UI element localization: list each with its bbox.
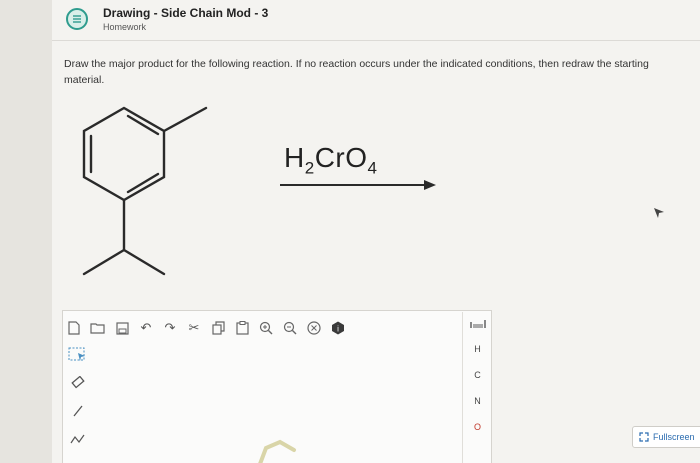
- canvas-partial-shape: [258, 439, 296, 463]
- new-document-icon[interactable]: [66, 320, 82, 336]
- cut-icon[interactable]: ✂: [186, 320, 202, 336]
- element-h-button[interactable]: H: [474, 340, 481, 358]
- paste-icon[interactable]: [234, 320, 250, 336]
- single-bond-icon[interactable]: [68, 402, 88, 420]
- zoom-in-icon[interactable]: [258, 320, 274, 336]
- info-icon[interactable]: i: [330, 320, 346, 336]
- periodic-table-icon[interactable]: [469, 314, 486, 332]
- fullscreen-label: Fullscreen: [653, 432, 695, 442]
- element-o-button[interactable]: O: [474, 418, 481, 436]
- save-icon[interactable]: [114, 320, 130, 336]
- fullscreen-icon: [639, 432, 649, 442]
- list-icon: [66, 8, 88, 30]
- header-divider: [52, 40, 700, 41]
- page-title: Drawing - Side Chain Mod - 3: [103, 6, 269, 20]
- element-panel: H C N O: [462, 312, 492, 463]
- reaction-arrow: [280, 180, 436, 190]
- selection-tool-icon[interactable]: [68, 346, 88, 364]
- chain-tool-icon[interactable]: [68, 430, 88, 448]
- eraser-icon[interactable]: [68, 374, 88, 392]
- cursor-icon: [654, 208, 664, 218]
- element-c-button[interactable]: C: [474, 366, 481, 384]
- svg-text:i: i: [337, 325, 339, 334]
- question-text: Draw the major product for the following…: [64, 58, 649, 86]
- editor-toolbar: ↶ ↷ ✂ i: [66, 316, 346, 340]
- editor-left-tools: [66, 346, 90, 448]
- left-strip: [0, 0, 52, 463]
- starting-material-structure: [82, 106, 208, 276]
- fullscreen-button[interactable]: Fullscreen: [632, 426, 700, 448]
- reaction-conditions: H2CrO4: [268, 138, 448, 208]
- reagent-label: H2CrO4: [284, 142, 378, 178]
- element-n-button[interactable]: N: [474, 392, 481, 410]
- copy-icon[interactable]: [210, 320, 226, 336]
- redo-icon[interactable]: ↷: [162, 320, 178, 336]
- clear-icon[interactable]: [306, 320, 322, 336]
- zoom-out-icon[interactable]: [282, 320, 298, 336]
- page-subtitle: Homework: [103, 22, 147, 32]
- undo-icon[interactable]: ↶: [138, 320, 154, 336]
- open-folder-icon[interactable]: [90, 320, 106, 336]
